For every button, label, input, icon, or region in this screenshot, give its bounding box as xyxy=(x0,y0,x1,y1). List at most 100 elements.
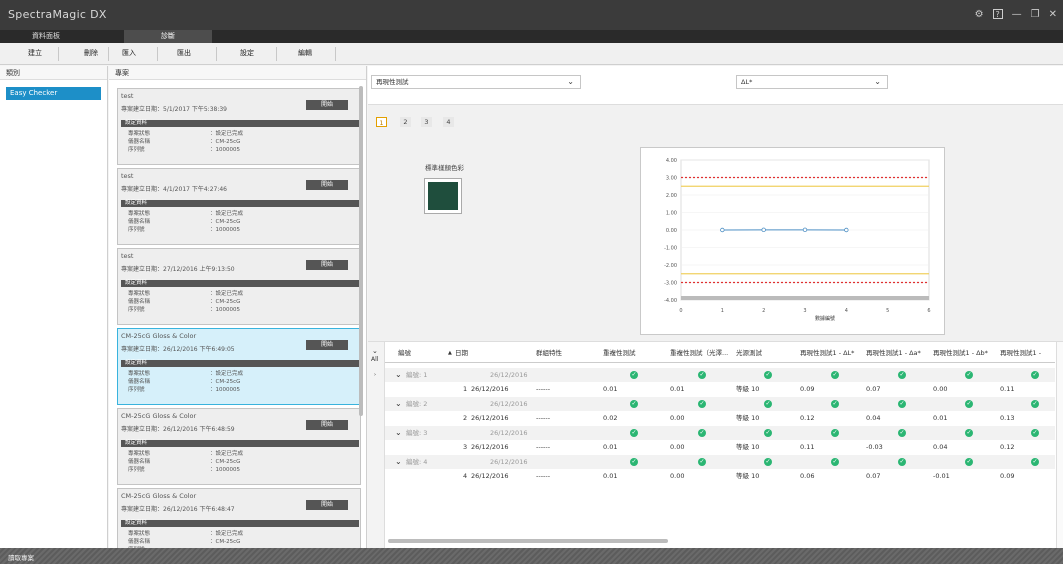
check-icon: ✓ xyxy=(698,429,706,437)
project-card[interactable]: CM-25cG Gloss & Color 專案建立日期：26/12/2016 下… xyxy=(117,488,361,548)
start-button[interactable]: 開始 xyxy=(306,420,348,430)
group-row[interactable] xyxy=(385,426,1055,440)
restore-icon[interactable]: ❐ xyxy=(1031,9,1040,20)
status-label: 專案狀態 xyxy=(128,291,151,297)
close-icon[interactable]: ✕ xyxy=(1049,9,1057,20)
start-button[interactable]: 開始 xyxy=(306,500,348,510)
project-list-scrollbar[interactable] xyxy=(359,86,363,416)
category-item-easy-checker[interactable]: Easy Checker xyxy=(6,87,101,100)
row-reproducibility-extra: 0.09 xyxy=(1000,472,1015,480)
group-row[interactable] xyxy=(385,397,1055,411)
chevron-down-icon[interactable]: ⌄ xyxy=(395,397,402,411)
column-header[interactable]: 光源測試 xyxy=(736,345,762,361)
row-reproducibility-dl: 0.11 xyxy=(800,443,815,451)
y-tick-label: 3.00 xyxy=(666,176,677,182)
help-icon[interactable]: ? xyxy=(992,9,1003,19)
check-icon: ✓ xyxy=(965,371,973,379)
check-icon: ✓ xyxy=(898,400,906,408)
grid-horizontal-scrollbar[interactable] xyxy=(388,539,668,543)
column-header[interactable]: 重複性測試（光澤... xyxy=(670,345,728,361)
project-created-date: 專案建立日期：26/12/2016 下午6:48:47 xyxy=(121,506,235,513)
check-icon: ✓ xyxy=(1031,429,1039,437)
project-created-date: 專案建立日期：4/1/2017 下午4:27:46 xyxy=(121,186,227,193)
category-panel: 類別 Easy Checker xyxy=(0,66,108,548)
check-icon: ✓ xyxy=(764,371,772,379)
project-card[interactable]: CM-25cG Gloss & Color 專案建立日期：26/12/2016 下… xyxy=(117,408,361,485)
data-point xyxy=(802,227,808,233)
create-button[interactable]: 建立 xyxy=(28,48,42,58)
tab-diagnosis[interactable]: 診斷 xyxy=(124,30,212,43)
data-point xyxy=(761,227,766,233)
check-icon: ✓ xyxy=(630,458,638,466)
sort-ascending-icon[interactable]: ▲ xyxy=(448,345,452,361)
swatch-label: 標準樣顏色彩 xyxy=(425,164,464,172)
settings-section-header: 設定資料 xyxy=(121,280,359,287)
instrument-label: 儀器名稱 xyxy=(128,459,151,465)
divider xyxy=(58,47,59,61)
page-button-4[interactable]: 4 xyxy=(443,117,454,127)
row-light-source: 等級 10 xyxy=(736,385,760,393)
group-row[interactable] xyxy=(385,368,1055,382)
row-reproducibility-da: -0.03 xyxy=(866,443,883,451)
project-name: test xyxy=(121,92,134,100)
instrument-label: 儀器名稱 xyxy=(128,299,151,305)
start-button[interactable]: 開始 xyxy=(306,340,348,350)
export-button[interactable]: 匯出 xyxy=(177,48,191,58)
project-card[interactable]: test 專案建立日期：5/1/2017 下午5:38:39 開始 設定資料 專案狀態 ：… xyxy=(117,88,361,165)
instrument-value: ：CM-25cG xyxy=(210,299,241,305)
project-card[interactable]: test 專案建立日期：4/1/2017 下午4:27:46 開始 設定資料 專案狀態 ：… xyxy=(117,168,361,245)
instrument-label: 儀器名稱 xyxy=(128,379,151,385)
start-button[interactable]: 開始 xyxy=(306,100,348,110)
page-button-1[interactable]: 1 xyxy=(376,117,387,127)
import-button[interactable]: 匯入 xyxy=(122,48,136,58)
project-card[interactable]: CM-25cG Gloss & Color 專案建立日期：26/12/2016 下… xyxy=(117,328,361,405)
all-label[interactable]: All xyxy=(371,356,378,363)
test-type-select[interactable]: 再現性測試 ⌄ xyxy=(371,75,581,89)
settings-section-header: 設定資料 xyxy=(121,440,359,447)
status-value: ：設定已完成 xyxy=(210,291,244,297)
column-header[interactable]: 再現性測試1 - Δb* xyxy=(933,345,988,361)
settings-button[interactable]: 設定 xyxy=(240,48,254,58)
grid-vertical-scrollbar[interactable] xyxy=(1056,342,1063,548)
main-panel: 再現性測試 ⌄ ΔL* ⌄ 1 2 3 4 標準樣顏色彩 4.00 3.00 2.0… xyxy=(368,66,1063,548)
tab-data-panel[interactable]: 資料面板 xyxy=(6,30,86,43)
project-card[interactable]: test 專案建立日期：27/12/2016 上午9:13:50 開始 設定資料 專案狀… xyxy=(117,248,361,325)
column-header[interactable]: 群組特性 xyxy=(536,345,562,361)
status-value: ：設定已完成 xyxy=(210,371,244,377)
start-button[interactable]: 開始 xyxy=(306,180,348,190)
x-tick-label: 2 xyxy=(762,308,765,314)
project-name: CM-25cG Gloss & Color xyxy=(121,412,197,420)
page-button-3[interactable]: 3 xyxy=(421,117,432,127)
column-header[interactable]: 日期 xyxy=(455,345,468,361)
gear-icon[interactable]: ⚙ xyxy=(975,9,984,20)
column-header[interactable]: 再現性測試1 - ΔL* xyxy=(800,345,854,361)
column-header[interactable]: 再現性測試1 - xyxy=(1000,345,1041,361)
status-bar: 讀取專案 xyxy=(0,548,1063,564)
group-row[interactable] xyxy=(385,455,1055,469)
column-header[interactable]: 重複性測試 xyxy=(603,345,636,361)
column-header[interactable]: 再現性測試1 - Δa* xyxy=(866,345,921,361)
chevron-down-icon[interactable]: ⌄ xyxy=(395,368,402,382)
metric-select[interactable]: ΔL* ⌄ xyxy=(736,75,888,89)
check-icon: ✓ xyxy=(965,458,973,466)
delete-button[interactable]: 刪除 xyxy=(84,48,98,58)
check-icon: ✓ xyxy=(898,371,906,379)
group-date: 26/12/2016 xyxy=(490,458,528,466)
all-column: ⌄ All xyxy=(368,342,385,548)
chevron-down-icon[interactable]: ⌄ xyxy=(372,347,378,355)
minimize-icon[interactable]: — xyxy=(1012,9,1022,20)
edit-button[interactable]: 編輯 xyxy=(298,48,312,58)
chevron-down-icon[interactable]: ⌄ xyxy=(395,455,402,469)
x-tick-label: 4 xyxy=(845,308,848,314)
page-button-2[interactable]: 2 xyxy=(400,117,411,127)
settings-section-header: 設定資料 xyxy=(121,200,359,207)
y-tick-label: 0.00 xyxy=(666,228,677,234)
chevron-down-icon[interactable]: ⌄ xyxy=(395,426,402,440)
chevron-down-icon: ⌄ xyxy=(874,77,881,86)
start-button[interactable]: 開始 xyxy=(306,260,348,270)
chart-area: 1 2 3 4 標準樣顏色彩 4.00 3.00 2.00 1.00 0.00 -1.00… xyxy=(368,104,1063,342)
column-header[interactable]: 編號 xyxy=(398,345,411,361)
standard-color-swatch xyxy=(424,178,462,214)
project-created-date: 專案建立日期：26/12/2016 下午6:49:05 xyxy=(121,346,235,353)
serial-label: 序列號 xyxy=(128,387,145,393)
